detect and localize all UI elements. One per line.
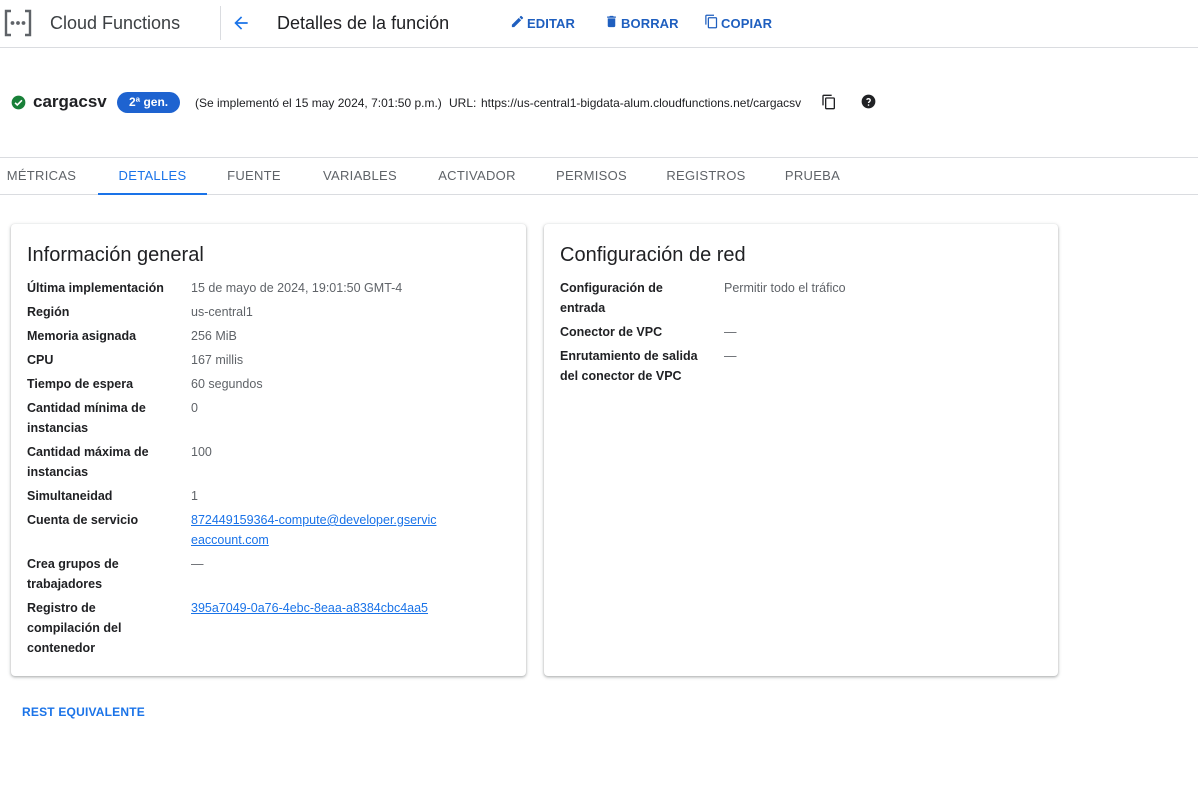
info-value: — — [191, 557, 204, 571]
divider — [220, 6, 221, 40]
info-value: us-central1 — [191, 305, 253, 319]
info-key: Conector de VPC — [560, 325, 663, 339]
info-value: — — [724, 349, 737, 363]
tab-prueba[interactable]: PRUEBA — [781, 158, 844, 195]
info-key: Cantidad mínima de instancias — [27, 401, 146, 435]
deployed-timestamp: (Se implementó el 15 may 2024, 7:01:50 p… — [195, 96, 442, 110]
delete-label: BORRAR — [621, 15, 679, 31]
info-key: Cantidad máxima de instancias — [27, 445, 149, 479]
info-key: Crea grupos de trabajadores — [27, 557, 119, 591]
tab-detalles[interactable]: DETALLES — [98, 158, 207, 195]
card-title: Configuración de red — [560, 244, 746, 266]
info-value: 100 — [191, 445, 212, 459]
info-value: 15 de mayo de 2024, 19:01:50 GMT-4 — [191, 281, 403, 295]
check-circle-icon — [11, 95, 26, 110]
info-value: 1 — [191, 489, 198, 503]
network-config-card: Configuración de red Configuración de en… — [544, 224, 1058, 676]
top-bar: Cloud Functions Detalles de la función E… — [0, 0, 1198, 48]
info-key: Memoria asignada — [27, 329, 137, 343]
info-value: 167 millis — [191, 353, 244, 367]
url-label: URL: — [449, 96, 477, 110]
info-value: 0 — [191, 401, 198, 415]
tab-metricas[interactable]: MÉTRICAS — [0, 158, 83, 195]
tab-permisos[interactable]: PERMISOS — [552, 158, 631, 195]
info-key: Cuenta de servicio — [27, 513, 139, 527]
info-key: Tiempo de espera — [27, 377, 134, 391]
card-title: Información general — [27, 244, 204, 266]
info-value: — — [724, 325, 737, 339]
copy-label: COPIAR — [721, 15, 773, 31]
info-value: 395a7049-0a76-4ebc-8eaa-a8384cbc4aa5 — [191, 598, 511, 618]
info-value: 256 MiB — [191, 329, 237, 343]
trash-icon — [604, 14, 619, 32]
function-url[interactable]: https://us-central1-bigdata-alum.cloudfu… — [481, 95, 801, 111]
product-name[interactable]: Cloud Functions — [50, 11, 180, 35]
pencil-icon — [510, 14, 525, 32]
back-arrow-icon[interactable] — [228, 10, 254, 36]
rest-equivalent-link[interactable]: REST EQUIVALENTE — [22, 704, 145, 720]
info-value: Permitir todo el tráfico — [724, 281, 846, 295]
copy-icon — [704, 14, 719, 32]
cloud-functions-logo-icon[interactable] — [2, 7, 34, 39]
info-key: CPU — [27, 353, 54, 367]
info-key: Última implementación — [27, 281, 164, 295]
edit-label: EDITAR — [527, 15, 576, 31]
info-key: Región — [27, 305, 70, 319]
info-key: Registro de compilación del contenedor — [27, 601, 122, 655]
generation-badge: 2ª gen. — [117, 92, 181, 113]
build-log-link[interactable]: 395a7049-0a76-4ebc-8eaa-a8384cbc4aa5 — [191, 601, 428, 615]
general-info-card: Información general Última implementació… — [11, 224, 526, 676]
copy-button[interactable]: COPIAR — [704, 13, 772, 33]
info-key: Simultaneidad — [27, 489, 113, 503]
page-title: Detalles de la función — [277, 13, 450, 33]
info-key: Enrutamiento de salida del conector de V… — [560, 349, 698, 383]
delete-button[interactable]: BORRAR — [604, 13, 679, 33]
tab-activador[interactable]: ACTIVADOR — [434, 158, 520, 195]
info-key: Configuración de entrada — [560, 281, 663, 315]
edit-button[interactable]: EDITAR — [510, 13, 575, 33]
info-value: 60 segundos — [191, 377, 263, 391]
tab-fuente[interactable]: FUENTE — [223, 158, 285, 195]
tab-registros[interactable]: REGISTROS — [664, 158, 748, 195]
help-icon[interactable] — [861, 94, 876, 109]
copy-url-icon[interactable] — [821, 93, 837, 111]
tab-bar: MÉTRICAS DETALLES FUENTE VARIABLES ACTIV… — [0, 157, 1198, 195]
function-header: cargacsv 2ª gen. (Se implementó el 15 ma… — [0, 88, 1198, 116]
tab-variables[interactable]: VARIABLES — [318, 158, 402, 195]
function-name: cargacsv — [33, 92, 107, 111]
service-account-link[interactable]: 872449159364-compute@developer.gservicea… — [191, 513, 437, 547]
info-value: 872449159364-compute@developer.gservicea… — [191, 510, 441, 550]
